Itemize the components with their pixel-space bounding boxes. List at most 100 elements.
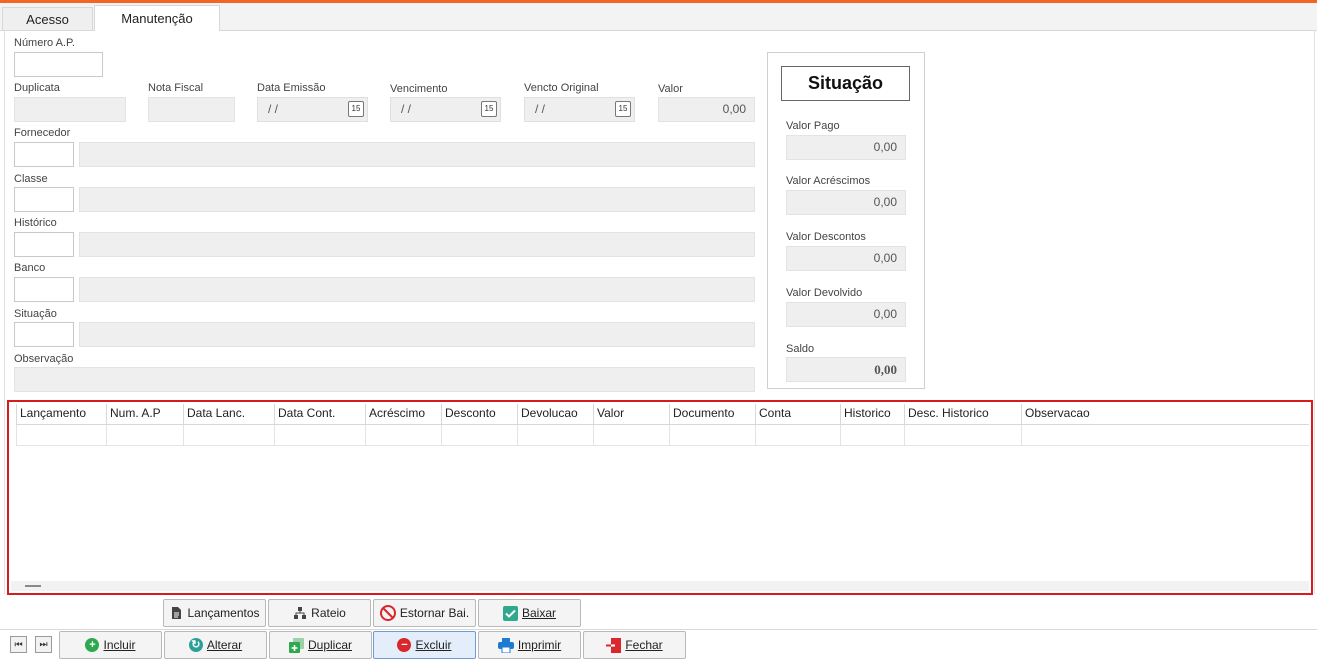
table-row[interactable] — [16, 425, 1309, 446]
duplicate-icon — [288, 637, 304, 653]
alterar-button[interactable]: ↻ Alterar — [164, 631, 267, 659]
situacao-label: Situação — [14, 308, 57, 320]
table-cell[interactable] — [274, 425, 365, 445]
column-header-documento[interactable]: Documento — [669, 404, 755, 424]
situacao-description — [79, 322, 755, 347]
vencto-original-input[interactable]: / / 15 — [524, 97, 635, 122]
data-emissao-input[interactable]: / / 15 — [257, 97, 368, 122]
incluir-button[interactable]: + Incluir — [59, 631, 162, 659]
table-cell[interactable] — [365, 425, 441, 445]
valor-devolvido-value: 0,00 — [786, 302, 906, 327]
table-cell[interactable] — [669, 425, 755, 445]
fornecedor-code-input[interactable] — [14, 142, 74, 167]
column-header-desconto[interactable]: Desconto — [441, 404, 517, 424]
saldo-label: Saldo — [786, 343, 815, 355]
table-cell[interactable] — [183, 425, 274, 445]
numero-ap-input[interactable] — [14, 52, 103, 77]
situacao-panel: Situação Valor Pago 0,00 Valor Acréscimo… — [767, 52, 925, 389]
valor-input[interactable]: 0,00 — [658, 97, 755, 122]
lancamentos-grid[interactable]: Lançamento Num. A.P Data Lanc. Data Cont… — [7, 400, 1313, 595]
vencimento-input[interactable]: / / 15 — [390, 97, 501, 122]
column-header-data-cont[interactable]: Data Cont. — [274, 404, 365, 424]
observacao-label: Observação — [14, 353, 74, 365]
column-header-desc-historico[interactable]: Desc. Historico — [904, 404, 1021, 424]
column-header-valor[interactable]: Valor — [593, 404, 669, 424]
valor-descontos-value: 0,00 — [786, 246, 906, 271]
duplicata-input[interactable] — [14, 97, 126, 122]
fechar-button[interactable]: Fechar — [583, 631, 686, 659]
valor-pago-value: 0,00 — [786, 135, 906, 160]
table-cell[interactable] — [1021, 425, 1311, 445]
last-record-icon[interactable]: ⏭ — [35, 636, 52, 653]
grid-header: Lançamento Num. A.P Data Lanc. Data Cont… — [16, 404, 1309, 425]
table-cell[interactable] — [106, 425, 183, 445]
hierarchy-icon — [294, 607, 307, 619]
tab-acesso[interactable]: Acesso — [2, 7, 93, 30]
banco-code-input[interactable] — [14, 277, 74, 302]
classe-code-input[interactable] — [14, 187, 74, 212]
column-header-devolucao[interactable]: Devolucao — [517, 404, 593, 424]
toolbar-divider — [0, 629, 1317, 630]
valor-pago-label: Valor Pago — [786, 120, 840, 132]
table-cell[interactable] — [593, 425, 669, 445]
rateio-button[interactable]: Rateio — [268, 599, 371, 627]
checkmark-icon — [502, 605, 518, 621]
horizontal-scrollbar[interactable] — [11, 581, 1309, 591]
excluir-label: Excluir — [415, 638, 452, 652]
table-cell[interactable] — [840, 425, 904, 445]
saldo-value: 0,00 — [786, 357, 906, 382]
excluir-button[interactable]: − Excluir — [373, 631, 476, 659]
historico-code-input[interactable] — [14, 232, 74, 257]
scrollbar-thumb[interactable] — [25, 585, 41, 587]
situacao-code-input[interactable] — [14, 322, 74, 347]
column-header-historico[interactable]: Historico — [840, 404, 904, 424]
table-cell[interactable] — [16, 425, 106, 445]
table-cell[interactable] — [517, 425, 593, 445]
nota-fiscal-input[interactable] — [148, 97, 235, 122]
valor-acrescimos-label: Valor Acréscimos — [786, 175, 871, 187]
fornecedor-description — [79, 142, 755, 167]
valor-devolvido-label: Valor Devolvido — [786, 287, 863, 299]
column-header-data-lanc[interactable]: Data Lanc. — [183, 404, 274, 424]
imprimir-button[interactable]: Imprimir — [478, 631, 581, 659]
tab-manutencao[interactable]: Manutenção — [94, 5, 220, 31]
cancel-icon — [379, 605, 396, 621]
vencimento-label: Vencimento — [390, 83, 448, 95]
column-header-num-ap[interactable]: Num. A.P — [106, 404, 183, 424]
tab-strip: Acesso Manutenção — [0, 3, 1317, 31]
incluir-label: Incluir — [103, 638, 136, 652]
historico-description — [79, 232, 755, 257]
data-emissao-value: / / — [268, 102, 279, 116]
table-cell[interactable] — [904, 425, 1021, 445]
table-cell[interactable] — [441, 425, 517, 445]
duplicar-button[interactable]: Duplicar — [269, 631, 372, 659]
minus-circle-icon: − — [397, 638, 412, 652]
baixar-button[interactable]: Baixar — [478, 599, 581, 627]
vencto-original-value: / / — [535, 102, 546, 116]
valor-acrescimos-value: 0,00 — [786, 190, 906, 215]
classe-description — [79, 187, 755, 212]
valor-label: Valor — [658, 83, 683, 95]
column-header-lancamento[interactable]: Lançamento — [16, 404, 106, 424]
imprimir-label: Imprimir — [517, 638, 562, 652]
calendar-icon[interactable]: 15 — [481, 101, 497, 117]
estornar-baixa-label: Estornar Bai. — [399, 606, 470, 620]
duplicata-label: Duplicata — [14, 82, 60, 94]
estornar-baixa-button[interactable]: Estornar Bai. — [373, 599, 476, 627]
column-header-conta[interactable]: Conta — [755, 404, 840, 424]
observacao-input[interactable] — [14, 367, 755, 392]
duplicar-label: Duplicar — [307, 638, 352, 652]
classe-label: Classe — [14, 173, 48, 185]
nota-fiscal-label: Nota Fiscal — [148, 82, 204, 94]
calendar-icon[interactable]: 15 — [615, 101, 631, 117]
lancamentos-button[interactable]: Lançamentos — [163, 599, 266, 627]
calendar-icon[interactable]: 15 — [348, 101, 364, 117]
table-cell[interactable] — [755, 425, 840, 445]
column-header-acrescimo[interactable]: Acréscimo — [365, 404, 441, 424]
refresh-icon: ↻ — [188, 638, 203, 652]
exit-icon — [606, 637, 622, 653]
column-header-observacao[interactable]: Observacao — [1021, 404, 1311, 424]
first-record-icon[interactable]: ⏮ — [10, 636, 27, 653]
fornecedor-label: Fornecedor — [14, 127, 71, 139]
alterar-label: Alterar — [206, 638, 243, 652]
